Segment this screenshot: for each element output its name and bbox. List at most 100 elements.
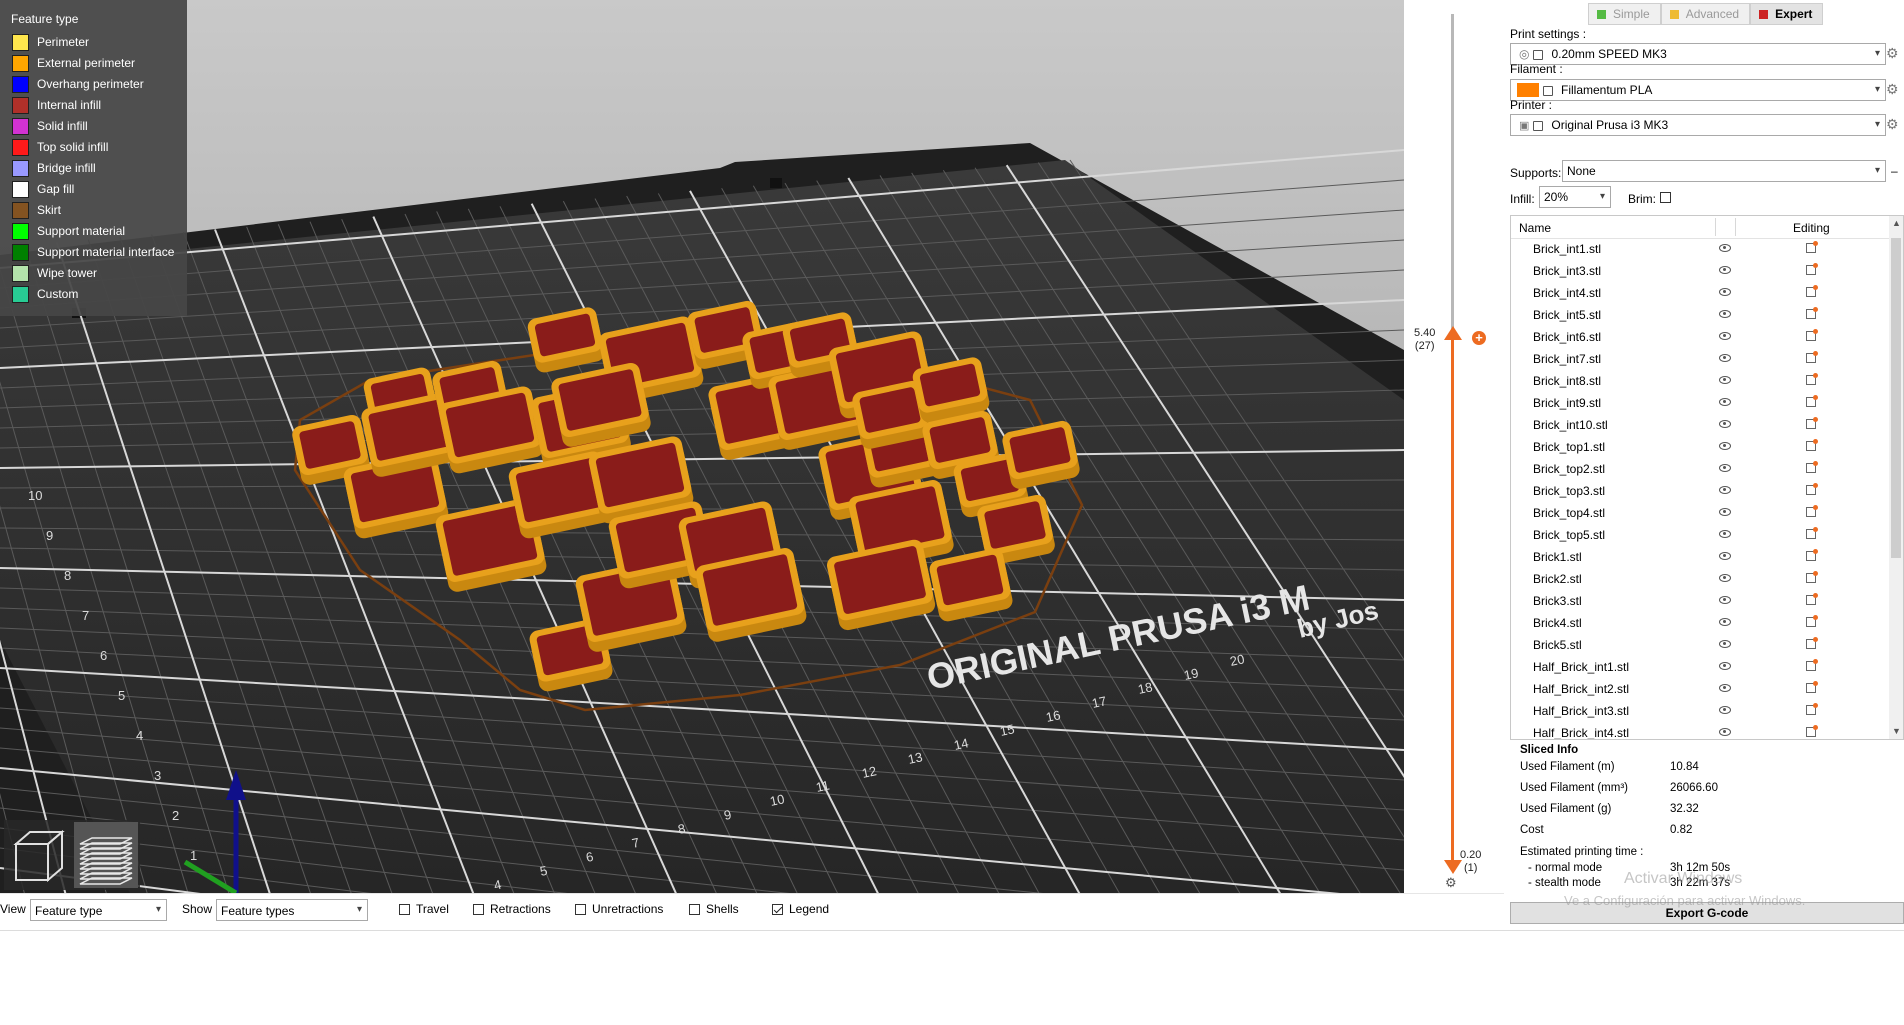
print-settings-gear-icon[interactable]: ⚙	[1886, 45, 1899, 62]
retractions-toggle[interactable]: Retractions	[473, 902, 551, 916]
scrollbar-thumb[interactable]	[1891, 238, 1901, 558]
edit-settings-icon[interactable]	[1806, 241, 1818, 253]
eye-icon[interactable]	[1719, 332, 1731, 340]
edit-settings-icon[interactable]	[1806, 417, 1818, 429]
3d-viewport[interactable]: ORIGINAL PRUSA i3 M by Jos 4 5 6 7 8 9 10 11 12 1…	[0, 0, 1404, 893]
object-list-item[interactable]: Brick_top5.stl	[1511, 524, 1891, 546]
edit-settings-icon[interactable]	[1806, 285, 1818, 297]
preview-layers-view-button[interactable]	[74, 822, 138, 888]
edit-settings-icon[interactable]	[1806, 593, 1818, 605]
print-bed-scene[interactable]: ORIGINAL PRUSA i3 M by Jos 4567891011121…	[0, 0, 1404, 893]
unretractions-checkbox[interactable]	[575, 903, 586, 915]
edit-settings-icon[interactable]	[1806, 395, 1818, 407]
object-list-item[interactable]: Brick_int1.stl	[1511, 238, 1891, 260]
eye-icon[interactable]	[1719, 442, 1731, 450]
edit-settings-icon[interactable]	[1806, 461, 1818, 473]
editing-column-header[interactable]: Editing	[1793, 221, 1830, 235]
object-list-item[interactable]: Brick_top1.stl	[1511, 436, 1891, 458]
edit-settings-icon[interactable]	[1806, 505, 1818, 517]
eye-icon[interactable]	[1719, 508, 1731, 516]
edit-settings-icon[interactable]	[1806, 703, 1818, 715]
object-list-item[interactable]: Brick_top2.stl	[1511, 458, 1891, 480]
object-list-item[interactable]: Brick_int8.stl	[1511, 370, 1891, 392]
travel-checkbox[interactable]	[399, 903, 410, 915]
edit-settings-icon[interactable]	[1806, 263, 1818, 275]
edit-settings-icon[interactable]	[1806, 571, 1818, 583]
scroll-up-icon[interactable]: ▲	[1892, 218, 1901, 228]
edit-settings-icon[interactable]	[1806, 373, 1818, 385]
eye-icon[interactable]	[1719, 266, 1731, 274]
edit-settings-icon[interactable]	[1806, 615, 1818, 627]
object-list-item[interactable]: Half_Brick_int1.stl	[1511, 656, 1891, 678]
brim-checkbox[interactable]	[1660, 192, 1671, 203]
edit-settings-icon[interactable]	[1806, 637, 1818, 649]
mode-tab-simple[interactable]: Simple	[1588, 3, 1661, 25]
slider-upper-thumb[interactable]	[1444, 326, 1462, 340]
mode-tab-expert[interactable]: Expert	[1750, 3, 1824, 25]
edit-settings-icon[interactable]	[1806, 527, 1818, 539]
filament-color-swatch[interactable]	[1517, 83, 1539, 97]
eye-icon[interactable]	[1719, 376, 1731, 384]
layer-slider[interactable]: 5.40 (27) 0.20 (1) + ⚙	[1404, 0, 1504, 893]
object-list-item[interactable]: Brick_int5.stl	[1511, 304, 1891, 326]
object-list-item[interactable]: Brick2.stl	[1511, 568, 1891, 590]
eye-icon[interactable]	[1719, 640, 1731, 648]
edit-settings-icon[interactable]	[1806, 549, 1818, 561]
object-list[interactable]: Name Editing Brick_int1.stl Brick_int3.st…	[1510, 215, 1904, 740]
filament-gear-icon[interactable]: ⚙	[1886, 81, 1899, 98]
printer-combo[interactable]: ▣ Original Prusa i3 MK3 ▾	[1510, 114, 1886, 136]
object-list-item[interactable]: Brick_int7.stl	[1511, 348, 1891, 370]
object-list-scrollbar[interactable]: ▲ ▼	[1889, 216, 1903, 739]
object-list-item[interactable]: Brick_top3.stl	[1511, 480, 1891, 502]
eye-icon[interactable]	[1719, 464, 1731, 472]
eye-icon[interactable]	[1719, 706, 1731, 714]
object-list-item[interactable]: Half_Brick_int4.stl	[1511, 722, 1891, 739]
eye-icon[interactable]	[1719, 618, 1731, 626]
object-list-item[interactable]: Brick_int3.stl	[1511, 260, 1891, 282]
edit-settings-icon[interactable]	[1806, 483, 1818, 495]
eye-icon[interactable]	[1719, 574, 1731, 582]
preview-3d-view-button[interactable]	[8, 822, 72, 888]
object-list-item[interactable]: Brick5.stl	[1511, 634, 1891, 656]
supports-combo[interactable]: None ▾	[1562, 160, 1886, 182]
filament-combo[interactable]: Fillamentum PLA ▾	[1510, 79, 1886, 101]
object-list-item[interactable]: Brick_int4.stl	[1511, 282, 1891, 304]
legend-checkbox[interactable]	[772, 903, 783, 915]
object-list-item[interactable]: Half_Brick_int3.stl	[1511, 700, 1891, 722]
object-list-item[interactable]: Brick_int10.stl	[1511, 414, 1891, 436]
eye-icon[interactable]	[1719, 288, 1731, 296]
eye-icon[interactable]	[1719, 552, 1731, 560]
retractions-checkbox[interactable]	[473, 903, 484, 915]
add-color-change-icon[interactable]: +	[1472, 331, 1486, 345]
eye-icon[interactable]	[1719, 310, 1731, 318]
object-list-item[interactable]: Half_Brick_int2.stl	[1511, 678, 1891, 700]
mode-tab-advanced[interactable]: Advanced	[1660, 3, 1751, 25]
eye-icon[interactable]	[1719, 596, 1731, 604]
eye-icon[interactable]	[1719, 398, 1731, 406]
edit-settings-icon[interactable]	[1806, 351, 1818, 363]
object-list-item[interactable]: Brick4.stl	[1511, 612, 1891, 634]
printer-gear-icon[interactable]: ⚙	[1886, 116, 1899, 133]
eye-icon[interactable]	[1719, 244, 1731, 252]
name-column-header[interactable]: Name	[1519, 221, 1551, 235]
eye-icon[interactable]	[1719, 684, 1731, 692]
view-combo[interactable]: Feature type ▾	[30, 899, 167, 921]
eye-icon[interactable]	[1719, 354, 1731, 362]
edit-settings-icon[interactable]	[1806, 439, 1818, 451]
shells-toggle[interactable]: Shells	[689, 902, 739, 916]
eye-icon[interactable]	[1719, 486, 1731, 494]
legend-toggle[interactable]: Legend	[772, 902, 829, 916]
shells-checkbox[interactable]	[689, 903, 700, 915]
object-list-item[interactable]: Brick_int6.stl	[1511, 326, 1891, 348]
slider-settings-icon[interactable]: ⚙	[1445, 875, 1457, 891]
object-list-item[interactable]: Brick3.stl	[1511, 590, 1891, 612]
eye-icon[interactable]	[1719, 662, 1731, 670]
eye-icon[interactable]	[1719, 728, 1731, 736]
edit-settings-icon[interactable]	[1806, 681, 1818, 693]
show-combo[interactable]: Feature types ▾	[216, 899, 368, 921]
eye-icon[interactable]	[1719, 530, 1731, 538]
infill-combo[interactable]: 20% ▾	[1539, 186, 1611, 208]
scroll-down-icon[interactable]: ▼	[1892, 726, 1901, 736]
eye-icon[interactable]	[1719, 420, 1731, 428]
edit-settings-icon[interactable]	[1806, 307, 1818, 319]
